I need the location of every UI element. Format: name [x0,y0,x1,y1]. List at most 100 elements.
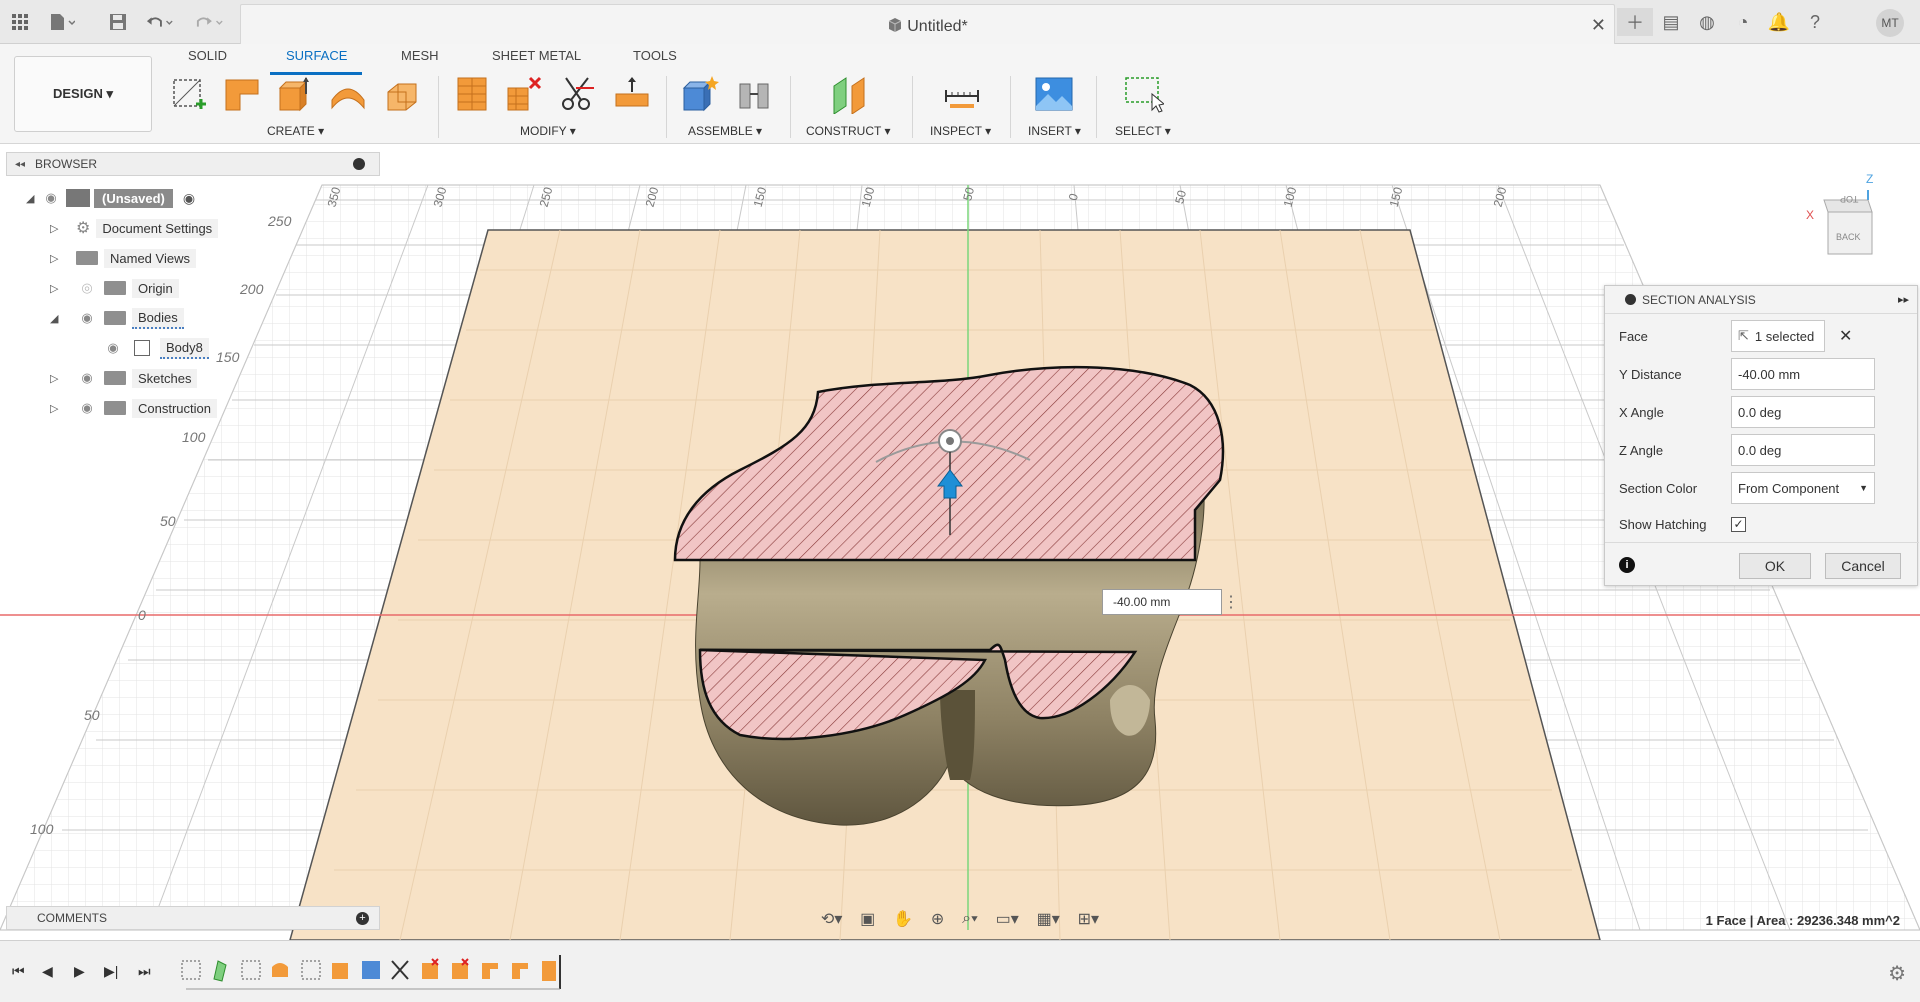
viewports-icon[interactable]: ⊞▾ [1078,909,1099,929]
collapse-arrow-icon[interactable]: ◢ [50,312,64,325]
section-color-dropdown[interactable]: From Component ▼ [1731,472,1875,504]
tree-item-bodies[interactable]: ◢ ◉ Bodies [50,306,184,330]
measure-icon[interactable] [942,74,982,114]
inspect-menu[interactable]: INSPECT ▾ [930,124,991,138]
tree-root[interactable]: ◢ ◉ (Unsaved) ◉ [26,186,195,210]
comments-panel[interactable]: COMMENTS + [6,906,380,930]
joint-icon[interactable] [734,74,774,114]
x-angle-input[interactable]: 0.0 deg [1731,396,1875,428]
activate-radio-icon[interactable]: ◉ [183,190,195,207]
data-panel-icon[interactable]: ▤ [1653,8,1689,36]
eye-icon[interactable]: ◉ [76,370,98,386]
redo-icon[interactable] [196,8,224,36]
timeline-settings-gear-icon[interactable]: ⚙ [1888,961,1906,986]
notifications-icon[interactable]: 🔔 [1761,8,1797,36]
file-menu-icon[interactable] [48,8,76,36]
play-icon[interactable]: ▶ [74,963,85,980]
dialog-header[interactable]: SECTION ANALYSIS ▸▸ [1605,286,1917,314]
select-menu[interactable]: SELECT ▾ [1115,124,1171,138]
tree-item-sketches[interactable]: ▷ ◉ Sketches [50,366,198,390]
create-sketch-icon[interactable] [170,74,210,114]
step-back-icon[interactable]: ◀ [42,963,53,980]
tab-tools[interactable]: TOOLS [633,48,677,63]
clear-selection-icon[interactable]: ✕ [1839,326,1852,346]
close-tab-icon[interactable]: ✕ [1591,15,1606,36]
extrude-icon[interactable] [274,74,314,114]
extrude-surface-icon[interactable] [222,74,262,114]
select-window-icon[interactable] [1124,74,1166,114]
info-icon[interactable]: i [1619,557,1635,573]
eye-hidden-icon[interactable]: ◎ [76,280,98,296]
create-menu[interactable]: CREATE ▾ [267,124,324,138]
new-tab-icon[interactable]: ＋ [1617,8,1653,36]
eye-icon[interactable]: ◉ [76,400,98,416]
add-comment-icon[interactable]: + [356,911,369,925]
go-to-end-icon[interactable]: ⏭ [138,963,151,980]
z-angle-input[interactable]: 0.0 deg [1731,434,1875,466]
expand-arrow-icon[interactable]: ▷ [50,282,64,295]
expand-arrow-icon[interactable]: ▷ [50,402,64,415]
look-at-icon[interactable]: ▣ [860,909,875,929]
tree-item-origin[interactable]: ▷ ◎ Origin [50,276,179,300]
expand-arrow-icon[interactable]: ▷ [50,222,64,235]
zoom-icon[interactable]: ⊕ [931,909,944,929]
user-avatar[interactable]: MT [1876,9,1904,37]
insert-menu[interactable]: INSERT ▾ [1028,124,1081,138]
view-cube[interactable]: TOP BACK Z X [1806,172,1876,260]
tree-item-body8[interactable]: ◉ Body8 [102,336,209,360]
go-to-start-icon[interactable]: ⏮ [12,963,25,980]
split-face-icon[interactable] [558,74,598,114]
app-grid-icon[interactable] [6,8,34,36]
browser-header[interactable]: ◂◂ BROWSER [6,152,380,176]
tab-sheet-metal[interactable]: SHEET METAL [492,48,581,63]
expand-dialog-icon[interactable]: ▸▸ [1898,293,1909,306]
fit-icon[interactable]: ⌕▾ [962,910,978,928]
trim-icon[interactable] [452,74,492,114]
assemble-menu[interactable]: ASSEMBLE ▾ [688,124,762,138]
construct-menu[interactable]: CONSTRUCT ▾ [806,124,890,138]
document-tab[interactable]: Untitled* ✕ [240,4,1615,44]
expand-arrow-icon[interactable]: ▷ [50,372,64,385]
expand-arrow-icon[interactable]: ▷ [50,252,64,265]
dialog-pin-icon[interactable] [1625,294,1636,305]
eye-icon[interactable]: ◉ [40,190,62,206]
ok-button[interactable]: OK [1739,553,1811,579]
tree-item-named-views[interactable]: ▷ Named Views [50,246,196,270]
timeline-features[interactable] [180,955,580,995]
offset-plane-icon[interactable] [830,74,870,115]
face-selection-button[interactable]: ⇱ 1 selected [1731,320,1825,352]
extensions-icon[interactable]: ◍ [1689,8,1725,36]
distance-input-field[interactable]: -40.00 mm ⋮ [1102,589,1239,615]
expand-arrow-icon[interactable]: ◢ [26,192,40,205]
tree-item-construction[interactable]: ▷ ◉ Construction [50,396,217,420]
step-forward-icon[interactable]: ▶︎| [104,963,118,980]
eye-icon[interactable]: ◉ [76,310,98,326]
eye-icon[interactable]: ◉ [102,340,124,356]
save-icon[interactable] [104,8,132,36]
loft-icon[interactable] [328,74,368,114]
pan-icon[interactable]: ✋ [893,909,913,929]
workspace-switcher-button[interactable]: DESIGN ▾ [14,56,152,132]
grid-settings-icon[interactable]: ▦▾ [1037,909,1060,929]
undo-icon[interactable] [146,8,174,36]
job-status-icon[interactable]: ◔ [1725,8,1761,36]
more-options-icon[interactable]: ⋮ [1223,592,1239,612]
help-icon[interactable]: ? [1797,8,1833,36]
cancel-button[interactable]: Cancel [1825,553,1901,579]
display-settings-icon[interactable]: ▭▾ [996,909,1019,929]
pin-icon[interactable] [353,158,365,170]
tab-surface[interactable]: SURFACE [286,48,347,63]
extend-icon[interactable] [612,74,652,114]
show-hatching-checkbox[interactable]: ✓ [1731,516,1746,532]
tab-solid[interactable]: SOLID [188,48,227,63]
tab-mesh[interactable]: MESH [401,48,439,63]
modify-menu[interactable]: MODIFY ▾ [520,124,576,138]
tree-item-document-settings[interactable]: ▷ ⚙ Document Settings [50,216,219,240]
orbit-icon[interactable]: ⟲▾ [821,909,842,929]
y-distance-input[interactable]: -40.00 mm [1731,358,1875,390]
collapse-panel-icon[interactable]: ◂◂ [15,159,25,170]
insert-image-icon[interactable] [1034,74,1074,114]
new-component-icon[interactable] [680,74,720,114]
patch-icon[interactable] [384,74,424,114]
delete-face-icon[interactable] [504,74,544,114]
